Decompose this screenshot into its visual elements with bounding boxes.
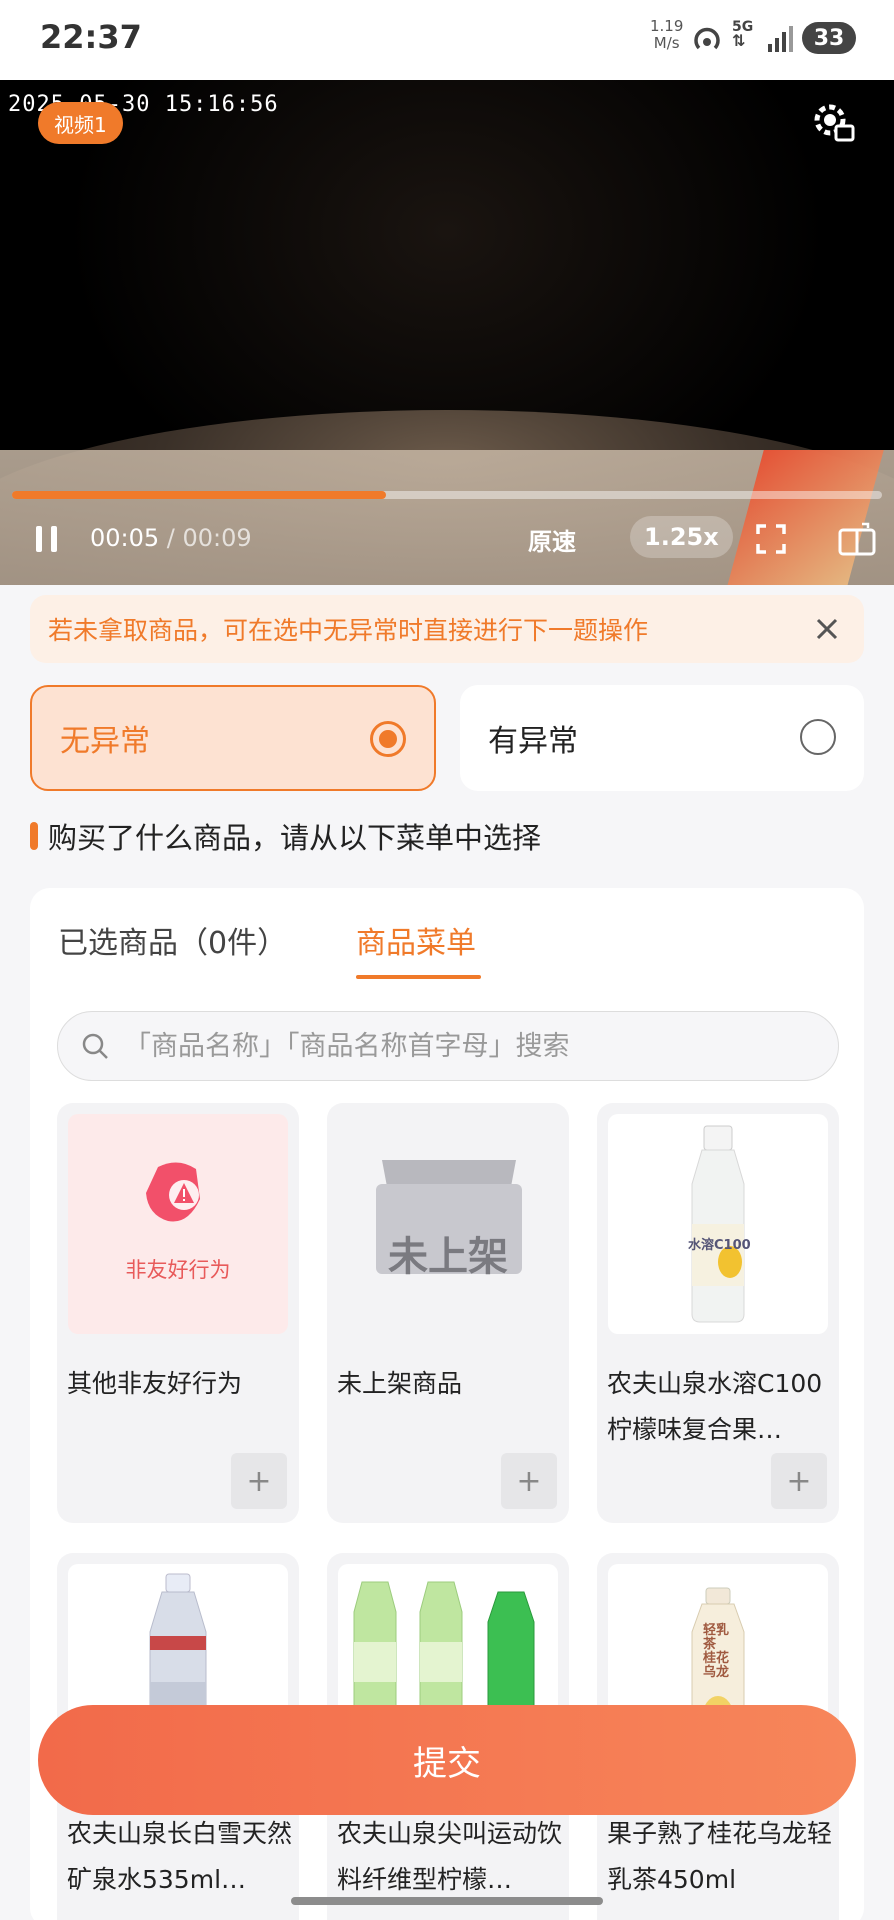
status-bar: 22:37 1.19 M/s 5G ⇅ 33 [0, 0, 894, 80]
warning-icon [146, 1162, 200, 1222]
duration: 00:09 [182, 524, 252, 552]
add-icon[interactable]: + [231, 1453, 287, 1509]
status-time: 22:37 [40, 18, 142, 56]
play-time: 00:05 / 00:09 [90, 524, 252, 552]
option-abnormal-label: 有异常 [488, 724, 578, 759]
battery-indicator: 33 [802, 22, 856, 54]
submit-button[interactable]: 提交 [38, 1705, 856, 1815]
video-player[interactable]: 2025-05-30 15:16:56 视频1 00:05 / 00:09 原速… [0, 80, 894, 585]
rotate-screen-icon[interactable] [838, 522, 876, 556]
tab-underline [356, 975, 481, 979]
tab-selected-items[interactable]: 已选商品（0件） [58, 918, 287, 962]
product-image-label: 未上架 [388, 1234, 508, 1280]
section-bar [30, 822, 38, 850]
add-icon[interactable]: + [771, 1453, 827, 1509]
radio-selected-icon[interactable] [370, 721, 406, 757]
hotspot-icon [694, 27, 720, 50]
notice-text: 若未拿取商品，可在选中无异常时直接进行下一题操作 [48, 616, 649, 645]
radio-unselected-icon[interactable] [800, 719, 836, 755]
product-image: 水溶C100 [608, 1114, 828, 1334]
add-icon[interactable]: + [501, 1453, 557, 1509]
speed-fast-button[interactable]: 1.25x [630, 516, 733, 558]
net-speed: 1.19 M/s [650, 18, 683, 52]
pause-icon[interactable] [34, 524, 60, 554]
product-card[interactable]: 未上架 未上架商品 + [327, 1103, 569, 1523]
section-title-text: 购买了什么商品，请从以下菜单中选择 [48, 821, 542, 855]
video-tag[interactable]: 视频1 [38, 102, 123, 144]
product-image-label: 水溶C100 [688, 1238, 751, 1253]
option-normal[interactable]: 无异常 [30, 685, 436, 791]
data-arrows-icon: ⇅ [732, 31, 746, 50]
current-time: 00:05 [90, 524, 160, 552]
product-card[interactable]: 非友好行为 其他非友好行为 + [57, 1103, 299, 1523]
option-normal-label: 无异常 [60, 724, 150, 759]
video-controls: 00:05 / 00:09 原速 1.25x [0, 510, 894, 570]
fullscreen-icon[interactable] [756, 524, 786, 554]
network-type: 5G ⇅ [732, 20, 753, 50]
product-image: 非友好行为 [68, 1114, 288, 1334]
close-icon[interactable] [810, 612, 844, 646]
net-speed-unit: M/s [653, 34, 680, 52]
search-input[interactable] [124, 1030, 824, 1062]
search-icon [82, 1033, 108, 1059]
signal-icon [768, 26, 793, 52]
product-image-label: 轻乳茶 桂花乌龙 [703, 1623, 730, 1680]
bottle-icon [691, 1125, 745, 1323]
product-card[interactable]: 水溶C100 农夫山泉水溶C100柠檬味复合果… + [597, 1103, 839, 1523]
notice-banner: 若未拿取商品，可在选中无异常时直接进行下一题操作 [30, 595, 864, 663]
option-abnormal[interactable]: 有异常 [460, 685, 864, 791]
product-image-label: 非友好行为 [125, 1258, 231, 1282]
product-name: 农夫山泉长白雪天然矿泉水535ml… [67, 1819, 293, 1894]
product-name: 其他非友好行为 [67, 1369, 243, 1398]
tab-product-menu[interactable]: 商品菜单 [356, 918, 476, 962]
progress-fill[interactable] [12, 491, 387, 499]
speed-normal-button[interactable]: 原速 [528, 522, 576, 557]
home-indicator[interactable] [291, 1897, 603, 1905]
section-title: 购买了什么商品，请从以下菜单中选择 [30, 815, 541, 857]
search-bar[interactable] [57, 1011, 839, 1081]
net-speed-value: 1.19 [650, 17, 684, 35]
product-name: 农夫山泉水溶C100柠檬味复合果… [607, 1369, 823, 1444]
time-separator: / [159, 524, 183, 552]
video-settings-icon[interactable] [810, 100, 856, 146]
product-name: 农夫山泉尖叫运动饮料纤维型柠檬… [337, 1819, 563, 1894]
product-name: 未上架商品 [337, 1369, 463, 1398]
product-name: 果子熟了桂花乌龙轻乳茶450ml [607, 1819, 833, 1894]
product-image: 未上架 [338, 1114, 558, 1334]
